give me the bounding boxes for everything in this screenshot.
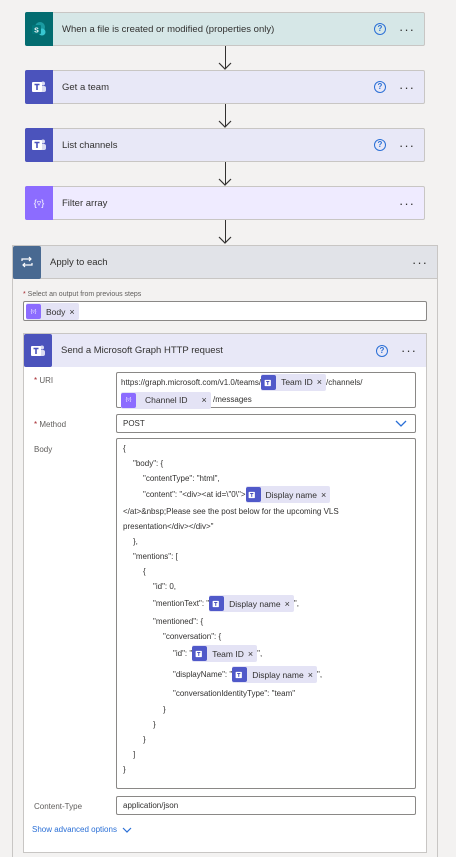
content-type-field[interactable]: application/json — [116, 796, 416, 815]
sharepoint-icon: S — [25, 12, 53, 46]
uri-field[interactable]: https://graph.microsoft.com/v1.0/teams/T… — [116, 372, 416, 409]
teams-icon — [25, 128, 53, 162]
step-title: List channels — [62, 139, 118, 151]
more-options-icon[interactable]: ··· — [396, 22, 418, 37]
teams-icon — [24, 334, 52, 367]
remove-token-icon[interactable]: × — [202, 392, 207, 409]
remove-token-icon[interactable]: × — [321, 490, 326, 500]
teams-icon — [245, 487, 261, 502]
filter-array-icon: {▿} — [25, 186, 53, 220]
connector-arrow — [218, 104, 232, 128]
select-output-label: * Select an output from previous steps — [23, 291, 142, 298]
body-editor[interactable]: { "body": { "contentType": "html", "cont… — [116, 438, 416, 789]
content-type-label: Content-Type — [34, 802, 83, 811]
more-options-icon[interactable]: ··· — [409, 255, 431, 270]
apply-to-each-title: Apply to each — [50, 256, 108, 268]
step-title: Filter array — [62, 197, 108, 209]
method-value: POST — [123, 419, 145, 428]
more-options-icon[interactable]: ··· — [396, 196, 418, 211]
teams-icon — [209, 596, 225, 611]
teams-icon — [232, 667, 248, 682]
display-name-token[interactable]: Display name × — [209, 595, 294, 612]
connector-arrow — [218, 46, 232, 70]
step-card-get-team[interactable]: Get a team ? ··· — [25, 70, 425, 104]
uri-label: * URI — [34, 376, 54, 385]
show-advanced-options[interactable]: Show advanced options — [32, 825, 132, 834]
remove-token-icon[interactable]: × — [248, 649, 253, 659]
chevron-down-icon — [395, 420, 407, 427]
svg-text:S: S — [34, 28, 39, 35]
more-options-icon[interactable]: ··· — [398, 343, 420, 358]
apply-to-each-container: Apply to each ··· * Select an output fro… — [12, 245, 438, 857]
display-name-token[interactable]: Display name × — [245, 486, 331, 503]
body-token[interactable]: {▿} Body × — [26, 303, 79, 320]
help-icon[interactable]: ? — [374, 23, 386, 35]
step-card-list-channels[interactable]: List channels ? ··· — [25, 128, 425, 162]
teams-icon — [25, 70, 53, 104]
more-options-icon[interactable]: ··· — [396, 80, 418, 95]
http-request-header[interactable]: Send a Microsoft Graph HTTP request ? ··… — [24, 334, 426, 367]
help-icon[interactable]: ? — [376, 344, 388, 357]
connector-arrow — [218, 162, 232, 186]
more-options-icon[interactable]: ··· — [396, 138, 418, 153]
http-request-card: Send a Microsoft Graph HTTP request ? ··… — [23, 333, 427, 853]
channel-id-token[interactable]: {▿} Channel ID × — [121, 391, 211, 409]
display-name-token[interactable]: Display name × — [232, 666, 317, 683]
step-card-filter-array[interactable]: {▿} Filter array ··· — [25, 186, 425, 220]
method-label: * Method — [34, 420, 67, 429]
http-request-title: Send a Microsoft Graph HTTP request — [61, 345, 223, 356]
step-title: When a file is created or modified (prop… — [62, 23, 275, 35]
filter-array-icon: {▿} — [121, 392, 136, 408]
remove-token-icon[interactable]: × — [317, 374, 322, 391]
method-dropdown[interactable]: POST — [116, 414, 416, 433]
body-label: Body — [34, 445, 53, 454]
loop-icon — [13, 245, 41, 279]
filter-array-icon: {▿} — [26, 304, 41, 319]
content-type-value: application/json — [123, 801, 179, 810]
step-card-trigger[interactable]: S When a file is created or modified (pr… — [25, 12, 425, 46]
help-icon[interactable]: ? — [374, 81, 386, 93]
remove-token-icon[interactable]: × — [308, 670, 313, 680]
teams-icon — [261, 375, 277, 391]
remove-token-icon[interactable]: × — [69, 307, 74, 317]
chevron-down-icon — [122, 827, 132, 833]
help-icon[interactable]: ? — [374, 139, 386, 151]
teams-icon — [192, 646, 208, 661]
step-title: Get a team — [62, 81, 109, 93]
connector-arrow — [218, 220, 232, 244]
team-id-token[interactable]: Team ID × — [261, 374, 326, 392]
remove-token-icon[interactable]: × — [285, 599, 290, 609]
team-id-token[interactable]: Team ID × — [192, 645, 258, 662]
apply-to-each-header[interactable]: Apply to each ··· — [13, 245, 437, 279]
select-output-field[interactable]: {▿} Body × — [23, 301, 427, 321]
